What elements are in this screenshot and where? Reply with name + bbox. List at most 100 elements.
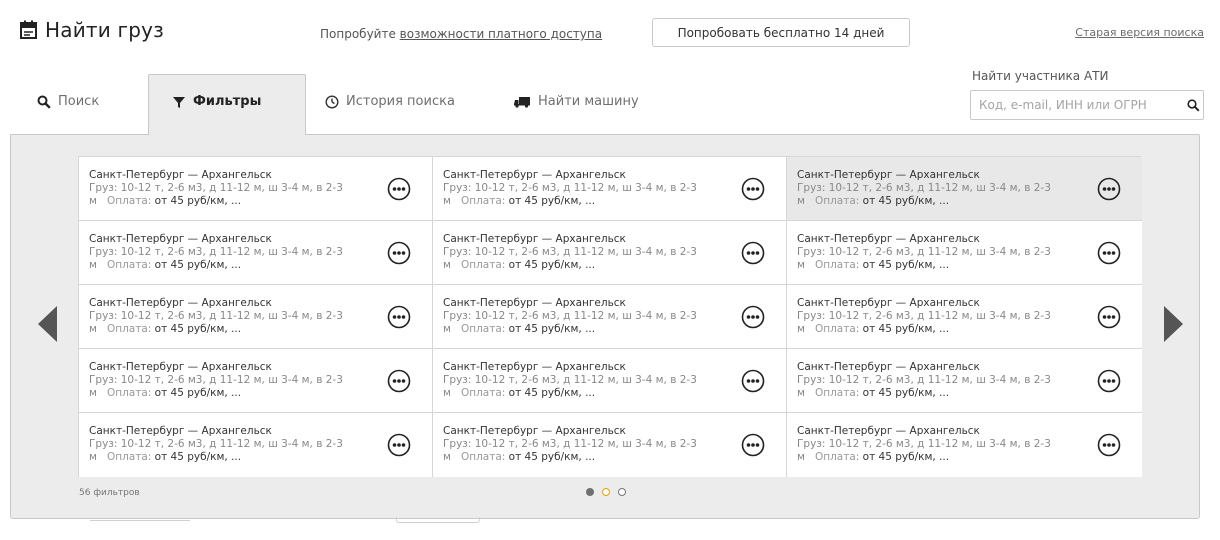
next-page-arrow[interactable] bbox=[1163, 306, 1183, 346]
filter-route: Санкт-Петербург — Архангельск bbox=[89, 233, 272, 245]
payment-value: от 45 руб/км, ... bbox=[508, 451, 596, 463]
tab-find-truck[interactable]: Найти машину bbox=[514, 94, 639, 109]
saved-filter-card[interactable]: Санкт-Петербург — Архангельск Груз: 10-12… bbox=[433, 285, 787, 349]
cargo-label: Груз: bbox=[443, 182, 472, 194]
more-options-icon[interactable] bbox=[1097, 241, 1121, 265]
saved-filter-card[interactable]: Санкт-Петербург — Архангельск Груз: 10-12… bbox=[787, 285, 1142, 349]
cargo-label: Груз: bbox=[443, 310, 472, 322]
filters-count: 56 фильтров bbox=[79, 488, 140, 498]
tab-filters-label: Фильтры bbox=[193, 94, 262, 109]
tab-search[interactable]: Поиск bbox=[37, 94, 99, 109]
payment-label: Оплата: bbox=[460, 451, 506, 463]
payment-label: Оплата: bbox=[460, 259, 506, 271]
cargo-label: Груз: bbox=[797, 438, 826, 450]
tab-search-label: Поиск bbox=[58, 94, 100, 109]
payment-label: Оплата: bbox=[460, 195, 506, 207]
more-options-icon[interactable] bbox=[387, 241, 411, 265]
payment-value: от 45 руб/км, ... bbox=[154, 259, 242, 271]
filter-details: Груз: 10-12 т, 2-6 м3, д 11-12 м, ш 3-4 … bbox=[89, 182, 349, 208]
payment-label: Оплата: bbox=[460, 323, 506, 335]
ati-search-input[interactable] bbox=[971, 91, 1203, 119]
filter-summary: Санкт-Петербург — Архангельск Груз: 10-12… bbox=[89, 297, 349, 336]
saved-filters-grid: Санкт-Петербург — Архангельск Груз: 10-12… bbox=[78, 156, 1142, 477]
more-options-icon[interactable] bbox=[741, 369, 765, 393]
saved-filter-card[interactable]: Санкт-Петербург — Архангельск Груз: 10-12… bbox=[79, 285, 433, 349]
filter-details: Груз: 10-12 т, 2-6 м3, д 11-12 м, ш 3-4 … bbox=[797, 438, 1057, 464]
saved-filter-card[interactable]: Санкт-Петербург — Архангельск Груз: 10-12… bbox=[79, 157, 433, 221]
filter-route: Санкт-Петербург — Архангельск bbox=[89, 297, 272, 309]
filter-summary: Санкт-Петербург — Архангельск Груз: 10-12… bbox=[797, 169, 1057, 208]
page-dot-1[interactable] bbox=[586, 488, 594, 496]
filter-route: Санкт-Петербург — Архангельск bbox=[443, 233, 626, 245]
payment-value: от 45 руб/км, ... bbox=[508, 259, 596, 271]
previous-page-arrow[interactable] bbox=[38, 306, 58, 346]
page-dot-3[interactable] bbox=[618, 488, 626, 496]
more-options-icon[interactable] bbox=[741, 305, 765, 329]
page-dot-2[interactable] bbox=[602, 488, 610, 496]
more-options-icon[interactable] bbox=[741, 177, 765, 201]
more-options-icon[interactable] bbox=[387, 369, 411, 393]
filter-summary: Санкт-Петербург — Архангельск Груз: 10-12… bbox=[89, 425, 349, 464]
saved-filter-card[interactable]: Санкт-Петербург — Архангельск Груз: 10-12… bbox=[79, 221, 433, 285]
promo-banner: Попробуйте возможности платного доступа bbox=[320, 27, 602, 41]
filter-route: Санкт-Петербург — Архангельск bbox=[797, 425, 980, 437]
cargo-label: Груз: bbox=[797, 182, 826, 194]
saved-filter-card[interactable]: Санкт-Петербург — Архангельск Груз: 10-12… bbox=[787, 349, 1142, 413]
payment-value: от 45 руб/км, ... bbox=[862, 387, 950, 399]
payment-label: Оплата: bbox=[814, 451, 860, 463]
filter-route: Санкт-Петербург — Архангельск bbox=[443, 297, 626, 309]
filter-route: Санкт-Петербург — Архангельск bbox=[443, 361, 626, 373]
more-options-icon[interactable] bbox=[1097, 369, 1121, 393]
payment-value: от 45 руб/км, ... bbox=[154, 195, 242, 207]
filter-details: Груз: 10-12 т, 2-6 м3, д 11-12 м, ш 3-4 … bbox=[797, 182, 1057, 208]
tab-filters[interactable]: Фильтры bbox=[172, 94, 261, 109]
filter-summary: Санкт-Петербург — Архангельск Груз: 10-12… bbox=[89, 169, 349, 208]
saved-filter-card[interactable]: Санкт-Петербург — Архангельск Груз: 10-12… bbox=[787, 157, 1142, 221]
saved-filter-card[interactable]: Санкт-Петербург — Архангельск Груз: 10-12… bbox=[433, 349, 787, 413]
filter-route: Санкт-Петербург — Архангельск bbox=[443, 425, 626, 437]
filter-route: Санкт-Петербург — Архангельск bbox=[443, 169, 626, 181]
search-icon[interactable] bbox=[1187, 99, 1200, 112]
saved-filter-card[interactable]: Санкт-Петербург — Архангельск Груз: 10-12… bbox=[433, 413, 787, 477]
payment-label: Оплата: bbox=[814, 387, 860, 399]
filter-route: Санкт-Петербург — Архангельск bbox=[797, 169, 980, 181]
old-version-link[interactable]: Старая версия поиска bbox=[1075, 26, 1204, 39]
saved-filter-card[interactable]: Санкт-Петербург — Архангельск Груз: 10-12… bbox=[433, 157, 787, 221]
more-options-icon[interactable] bbox=[1097, 177, 1121, 201]
more-options-icon[interactable] bbox=[1097, 433, 1121, 457]
filter-route: Санкт-Петербург — Архангельск bbox=[89, 169, 272, 181]
filter-summary: Санкт-Петербург — Архангельск Груз: 10-12… bbox=[797, 361, 1057, 400]
more-options-icon[interactable] bbox=[741, 241, 765, 265]
payment-value: от 45 руб/км, ... bbox=[862, 451, 950, 463]
filter-summary: Санкт-Петербург — Архангельск Груз: 10-12… bbox=[443, 361, 703, 400]
free-trial-button[interactable]: Попробовать бесплатно 14 дней bbox=[652, 18, 910, 47]
more-options-icon[interactable] bbox=[387, 305, 411, 329]
paid-access-link[interactable]: возможности платного доступа bbox=[400, 27, 602, 41]
more-options-icon[interactable] bbox=[387, 433, 411, 457]
truck-icon bbox=[514, 96, 530, 108]
filter-route: Санкт-Петербург — Архангельск bbox=[797, 361, 980, 373]
cargo-label: Груз: bbox=[797, 310, 826, 322]
page-title-text: Найти груз bbox=[45, 18, 164, 42]
saved-filter-card[interactable]: Санкт-Петербург — Архангельск Груз: 10-12… bbox=[787, 221, 1142, 285]
more-options-icon[interactable] bbox=[1097, 305, 1121, 329]
search-icon bbox=[37, 95, 51, 109]
ati-search-label: Найти участника АТИ bbox=[972, 69, 1109, 83]
tab-search-history[interactable]: История поиска bbox=[325, 94, 455, 109]
cargo-label: Груз: bbox=[89, 310, 118, 322]
saved-filter-card[interactable]: Санкт-Петербург — Архангельск Груз: 10-12… bbox=[79, 413, 433, 477]
saved-filter-card[interactable]: Санкт-Петербург — Архангельск Груз: 10-12… bbox=[433, 221, 787, 285]
cargo-label: Груз: bbox=[443, 246, 472, 258]
cargo-label: Груз: bbox=[89, 182, 118, 194]
payment-value: от 45 руб/км, ... bbox=[862, 323, 950, 335]
cargo-label: Груз: bbox=[89, 374, 118, 386]
more-options-icon[interactable] bbox=[387, 177, 411, 201]
cargo-label: Груз: bbox=[89, 438, 118, 450]
filter-summary: Санкт-Петербург — Архангельск Груз: 10-12… bbox=[443, 425, 703, 464]
saved-filter-card[interactable]: Санкт-Петербург — Архангельск Груз: 10-12… bbox=[79, 349, 433, 413]
filter-icon bbox=[173, 96, 185, 108]
more-options-icon[interactable] bbox=[741, 433, 765, 457]
payment-value: от 45 руб/км, ... bbox=[862, 195, 950, 207]
saved-filter-card[interactable]: Санкт-Петербург — Архангельск Груз: 10-12… bbox=[787, 413, 1142, 477]
filter-details: Груз: 10-12 т, 2-6 м3, д 11-12 м, ш 3-4 … bbox=[89, 374, 349, 400]
